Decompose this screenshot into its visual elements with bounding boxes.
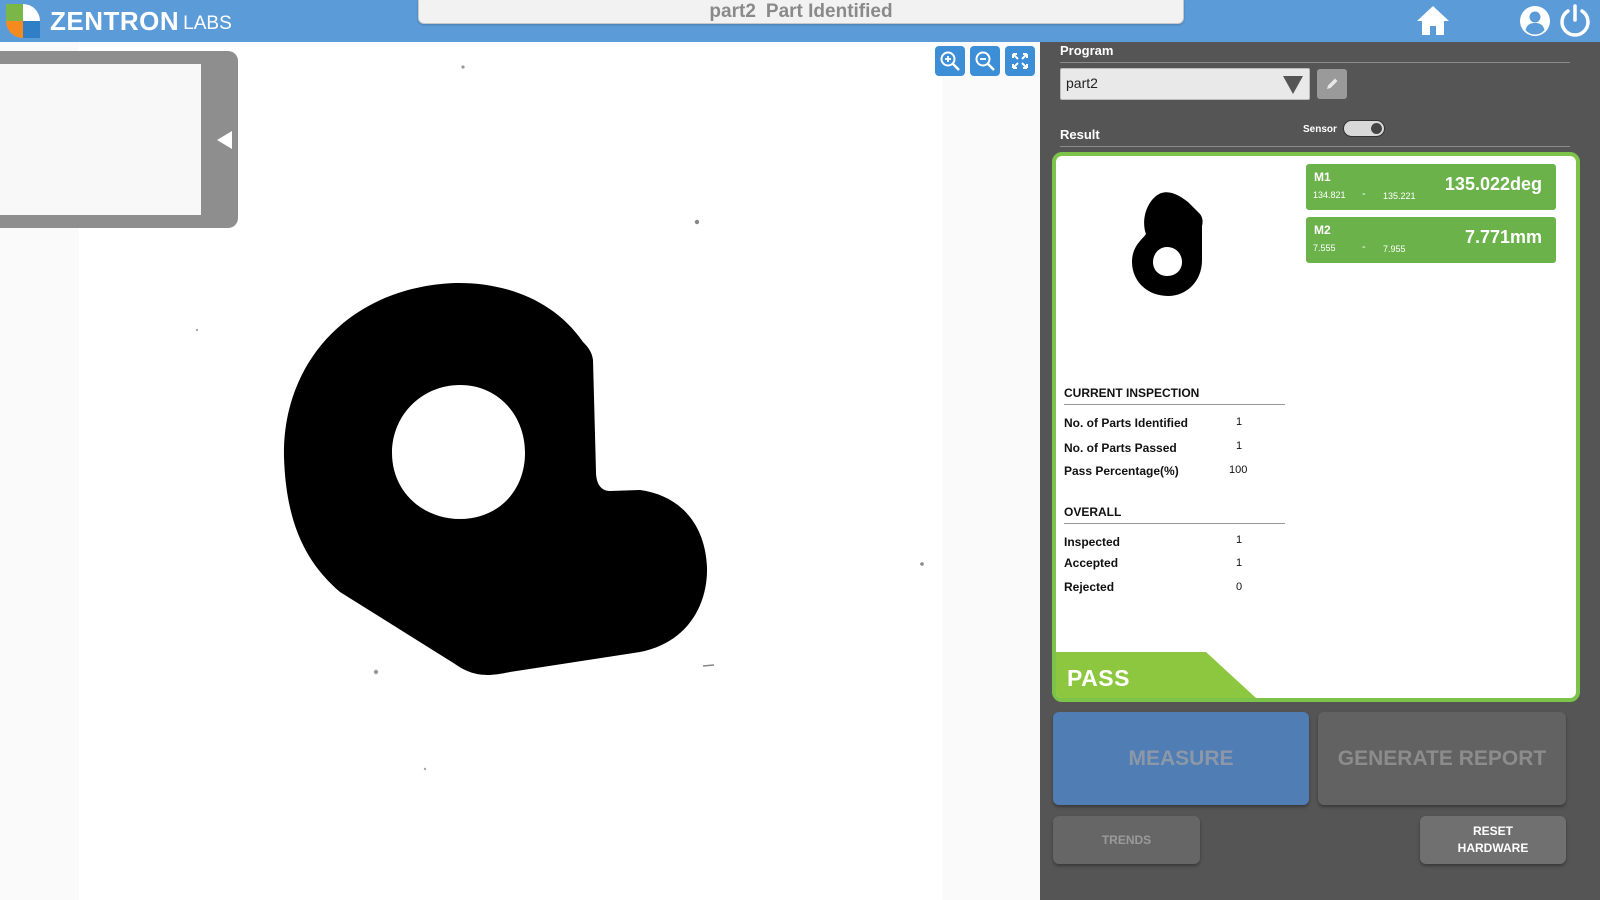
overall-divider — [1064, 523, 1285, 524]
pencil-icon — [1327, 78, 1338, 89]
program-select[interactable]: part2 — [1060, 68, 1310, 100]
m1-range-separator: - — [1362, 188, 1366, 200]
result-divider — [1060, 146, 1570, 147]
fit-screen-icon — [1012, 53, 1028, 69]
edit-program-button[interactable] — [1317, 69, 1347, 99]
brand-sub: LABS — [183, 12, 232, 34]
result-card: M1 134.821 - 135.221 135.022deg M2 7.555… — [1052, 152, 1580, 702]
program-select-value: part2 — [1066, 75, 1098, 91]
sensor-toggle-knob — [1371, 123, 1382, 134]
m2-lower-limit: 7.555 — [1313, 243, 1336, 253]
image-viewer[interactable] — [0, 42, 1040, 900]
pass-status: PASS — [1067, 665, 1130, 691]
inspection-panel: Program part2 Result Sensor M1 134.821 -… — [1040, 42, 1600, 900]
inspected-value: 1 — [1236, 534, 1243, 546]
home-icon[interactable] — [1414, 2, 1452, 40]
parts-passed-value: 1 — [1236, 440, 1243, 452]
measure-button[interactable]: MEASURE — [1053, 712, 1309, 805]
reset-hardware-button[interactable]: RESET HARDWARE — [1420, 816, 1566, 864]
generate-report-button[interactable]: GENERATE REPORT — [1318, 712, 1566, 805]
zoom-in-icon — [940, 51, 960, 71]
trends-button[interactable]: TRENDS — [1053, 816, 1200, 864]
brand-logo: ZENTRON LABS — [4, 4, 232, 38]
measurement-m1: M1 134.821 - 135.221 135.022deg — [1306, 164, 1556, 210]
program-label: Program — [1060, 43, 1114, 58]
parts-passed-label: No. of Parts Passed — [1064, 441, 1177, 455]
rejected-label: Rejected — [1064, 580, 1115, 594]
measurement-m2: M2 7.555 - 7.955 7.771mm — [1306, 217, 1556, 263]
reset-label-line2: HARDWARE — [1457, 841, 1529, 855]
status-title-bar: part2 Part Identified — [418, 0, 1184, 24]
zoom-in-button[interactable] — [935, 46, 965, 76]
measure-button-label: MEASURE — [1128, 746, 1234, 770]
collapse-arrow-icon[interactable] — [217, 131, 232, 149]
m1-lower-limit: 134.821 — [1313, 190, 1346, 200]
m2-upper-limit: 7.955 — [1383, 244, 1406, 254]
pass-percentage-label: Pass Percentage(%) — [1064, 464, 1179, 478]
m1-value: 135.022deg — [1444, 174, 1542, 194]
title-status: Part Identified — [765, 0, 893, 22]
zoom-out-button[interactable] — [970, 46, 1000, 76]
m1-name: M1 — [1314, 170, 1331, 184]
accepted-label: Accepted — [1064, 556, 1119, 570]
accepted-value: 1 — [1236, 557, 1243, 569]
side-drawer[interactable] — [0, 51, 238, 228]
pass-percentage-value: 100 — [1229, 464, 1248, 476]
chevron-down-icon — [1283, 76, 1303, 94]
user-icon[interactable] — [1516, 2, 1554, 40]
program-divider — [1060, 62, 1570, 63]
current-inspection-divider — [1064, 404, 1285, 405]
m2-value: 7.771mm — [1464, 227, 1542, 247]
sensor-label: Sensor — [1303, 124, 1337, 135]
m2-range-separator: - — [1362, 241, 1366, 253]
rejected-value: 0 — [1236, 581, 1243, 593]
power-icon[interactable] — [1556, 2, 1594, 40]
title-program: part2 — [709, 0, 756, 22]
top-bar: ZENTRON LABS part2 Part Identified — [0, 0, 1600, 42]
zoom-out-icon — [975, 51, 995, 71]
inspected-label: Inspected — [1064, 535, 1121, 549]
m2-name: M2 — [1314, 223, 1331, 237]
trends-label: TRENDS — [1101, 833, 1152, 847]
result-label: Result — [1060, 127, 1100, 142]
part-thumbnail — [1132, 192, 1203, 296]
drawer-panel — [0, 64, 201, 215]
parts-identified-value: 1 — [1236, 416, 1243, 428]
parts-identified-label: No. of Parts Identified — [1064, 416, 1189, 430]
reset-label-line1: RESET — [1472, 824, 1513, 838]
m1-upper-limit: 135.221 — [1383, 191, 1416, 201]
sensor-toggle[interactable] — [1343, 120, 1385, 137]
brand-name: ZENTRON — [50, 5, 180, 36]
generate-report-label: GENERATE REPORT — [1337, 746, 1547, 770]
current-inspection-heading: CURRENT INSPECTION — [1064, 386, 1200, 400]
overall-heading: OVERALL — [1064, 505, 1122, 519]
fit-screen-button[interactable] — [1005, 46, 1035, 76]
logo-mark-icon — [4, 4, 44, 38]
